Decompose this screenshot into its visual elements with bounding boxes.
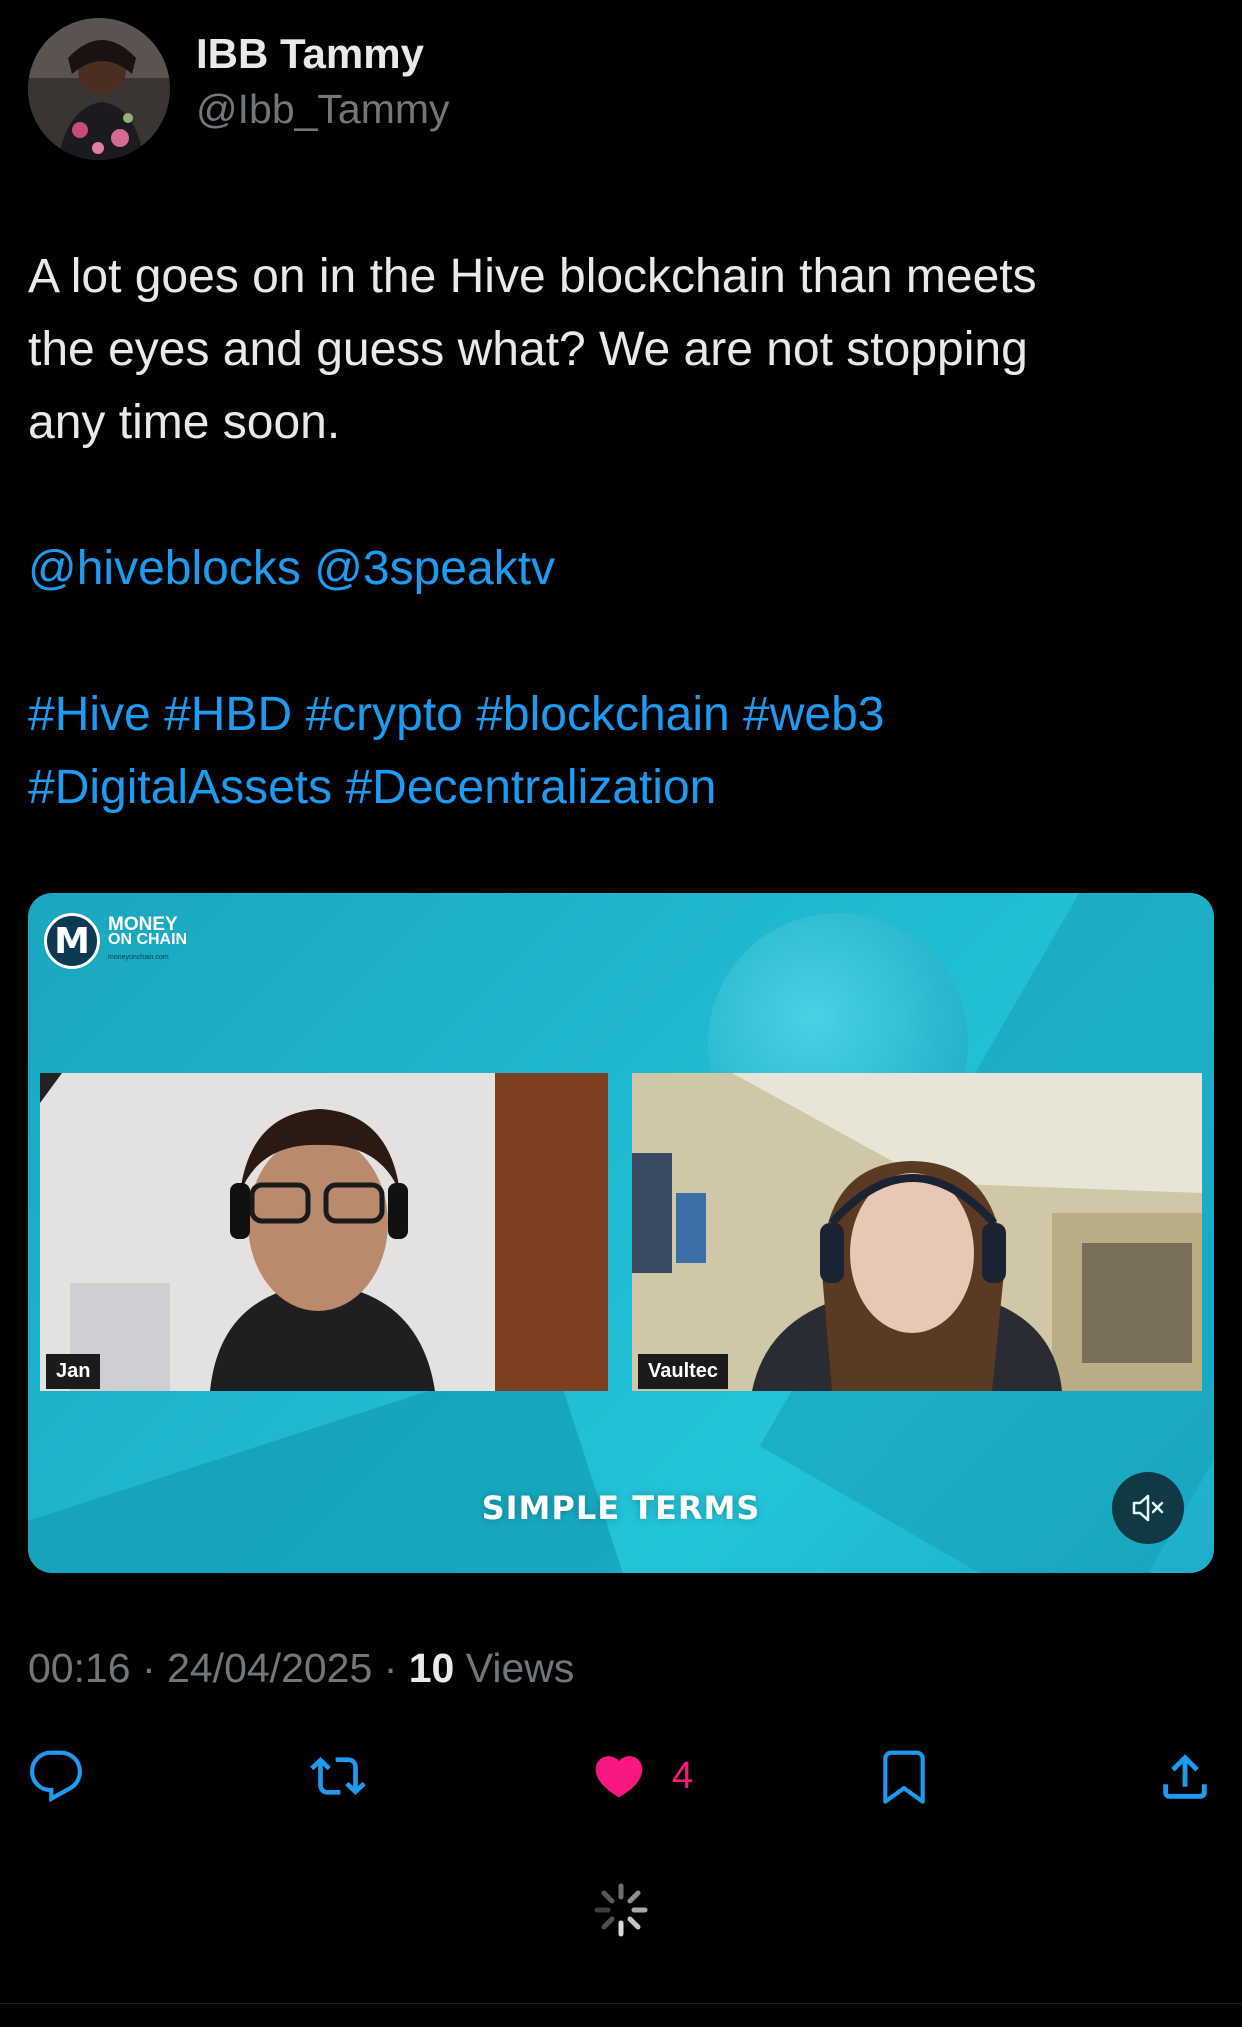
tweet-date: 24/04/2025	[167, 1645, 373, 1691]
tweet-header: IBB Tammy @Ibb_Tammy	[28, 18, 450, 160]
hashtag-link[interactable]: #Hive	[28, 688, 151, 741]
video-panel-right: Vaultec	[632, 1073, 1202, 1391]
reply-button[interactable]	[28, 1748, 84, 1804]
bookmark-icon	[883, 1750, 925, 1804]
tweet-time: 00:16	[28, 1645, 131, 1691]
video-player[interactable]: M MONEY ON CHAIN moneyonchain.com Jan Va…	[28, 893, 1214, 1573]
divider	[0, 2003, 1242, 2004]
mentions-line: @hiveblocks @3speaktv	[28, 532, 1208, 605]
tweet-text: A lot goes on in the Hive blockchain tha…	[28, 240, 1208, 824]
participant-name-tag: Vaultec	[638, 1354, 729, 1389]
meta-separator: ·	[383, 1645, 398, 1691]
mention-link[interactable]: @3speaktv	[314, 542, 555, 595]
hashtag-link[interactable]: #DigitalAssets	[28, 761, 332, 814]
participant-name-tag: Jan	[46, 1354, 101, 1389]
hashtag-link[interactable]: #Decentralization	[345, 761, 716, 814]
hashtag-link[interactable]: #web3	[743, 688, 884, 741]
views-count[interactable]: 10	[409, 1645, 455, 1691]
like-count: 4	[672, 1754, 694, 1797]
loading-spinner-icon	[591, 1880, 651, 1945]
user-handle[interactable]: @Ibb_Tammy	[196, 81, 450, 137]
retweet-icon	[310, 1757, 366, 1795]
logo-url: moneyonchain.com	[108, 954, 169, 961]
money-on-chain-logo: M MONEY ON CHAIN moneyonchain.com	[44, 913, 187, 969]
like-button[interactable]: 4	[590, 1748, 693, 1804]
video-panel-left: Jan	[40, 1073, 608, 1391]
video-caption: SIMPLE TERMS	[481, 1489, 761, 1527]
tweet-text-line: A lot goes on in the Hive blockchain tha…	[28, 250, 1037, 303]
volume-muted-icon	[1132, 1494, 1164, 1522]
logo-line: MONEY	[108, 914, 178, 935]
logo-line: ON CHAIN	[108, 931, 188, 948]
unmute-button[interactable]	[1112, 1472, 1184, 1544]
display-name[interactable]: IBB Tammy	[196, 27, 450, 81]
tweet-meta: 00:16 · 24/04/2025 · 10 Views	[28, 1645, 574, 1692]
avatar[interactable]	[28, 18, 170, 160]
tweet-text-line: the eyes and guess what? We are not stop…	[28, 323, 1028, 376]
meta-separator: ·	[142, 1645, 156, 1691]
reply-icon	[29, 1750, 83, 1803]
tweet-actions: 4	[28, 1748, 1214, 1808]
bookmark-button[interactable]	[876, 1748, 932, 1804]
logo-mark: M	[44, 913, 100, 969]
hashtag-link[interactable]: #blockchain	[476, 688, 730, 741]
views-label: Views	[465, 1645, 575, 1691]
share-icon	[1163, 1754, 1207, 1799]
heart-filled-icon	[595, 1756, 643, 1798]
mention-link[interactable]: @hiveblocks	[28, 542, 301, 595]
hashtags-line: #DigitalAssets #Decentralization	[28, 751, 1208, 824]
share-button[interactable]	[1156, 1748, 1214, 1806]
tweet-text-line: any time soon.	[28, 396, 341, 449]
hashtag-link[interactable]: #HBD	[164, 688, 292, 741]
hashtag-link[interactable]: #crypto	[305, 688, 462, 741]
hashtags-line: #Hive #HBD #crypto #blockchain #web3	[28, 678, 1208, 751]
retweet-button[interactable]	[308, 1748, 368, 1804]
